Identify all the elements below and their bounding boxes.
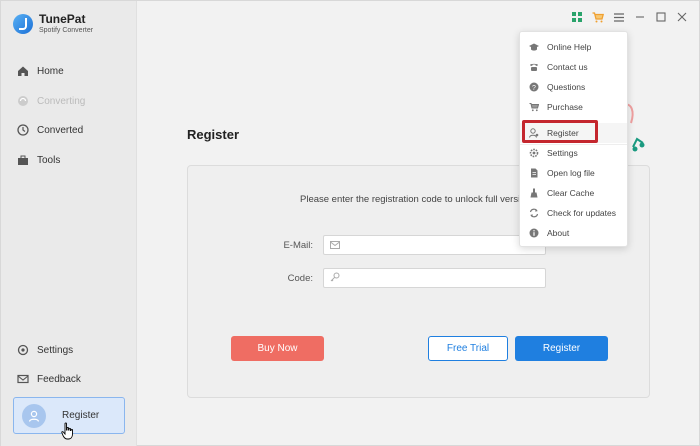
sidebar-item-tools[interactable]: Tools [17,151,60,169]
menu-item-label: Check for updates [547,208,616,218]
mail-icon [17,373,29,385]
sidebar-item-label: Converting [37,95,86,107]
menu-item-settings[interactable]: Settings [520,143,627,163]
phone-icon [529,62,539,72]
email-field[interactable] [323,235,546,255]
sidebar-item-label: Home [37,65,64,77]
sidebar-register-label: Register [62,410,100,421]
app-subtitle: Spotify Converter [39,27,94,34]
menu-item-label: Purchase [547,102,583,112]
broom-icon [529,188,539,198]
file-icon [529,168,539,178]
svg-text:?: ? [532,85,536,92]
menu-item-clear-cache[interactable]: Clear Cache [520,183,627,203]
sidebar-item-converting[interactable]: Converting [17,92,85,110]
key-icon [330,269,340,287]
code-label: Code: [287,273,313,284]
menu-item-check-for-updates[interactable]: Check for updates [520,203,627,223]
menu-item-label: Settings [547,148,578,158]
buy-now-button[interactable]: Buy Now [231,336,324,361]
user-icon [28,410,40,422]
menu-item-questions[interactable]: ? Questions [520,77,627,97]
question-icon: ? [529,82,539,92]
sidebar-item-label: Feedback [37,373,81,385]
sidebar-item-home[interactable]: Home [17,62,64,80]
clock-icon [17,124,29,136]
close-icon[interactable] [673,9,691,25]
menu-item-label: Contact us [547,62,588,72]
window-toolbar [565,9,691,25]
cart-icon[interactable] [589,9,607,25]
menu-item-label: Online Help [547,42,592,52]
sidebar-item-converted[interactable]: Converted [17,121,83,139]
minimize-icon[interactable] [631,9,649,25]
avatar [22,403,46,428]
hand-cursor-icon [61,422,75,445]
sidebar-item-label: Settings [37,344,74,356]
register-button[interactable]: Register [515,336,608,361]
gear-icon [529,148,539,158]
sidebar-item-label: Converted [37,124,84,136]
app-logo-icon [13,13,33,34]
email-input[interactable] [344,240,534,250]
sync-icon [17,95,29,107]
maximize-icon[interactable] [652,9,670,25]
sidebar-item-settings[interactable]: Settings [17,341,73,359]
code-field[interactable] [323,268,546,288]
sidebar: TunePat Spotify Converter Home Convertin… [1,1,137,446]
menu-item-open-log-file[interactable]: Open log file [520,163,627,183]
brand: TunePat Spotify Converter [13,13,93,34]
menu-item-label: Clear Cache [547,188,595,198]
app-name: TunePat [39,12,86,26]
menu-item-label: Open log file [547,168,595,178]
menu-icon[interactable] [610,9,628,25]
highlight-annotation-box [522,120,598,143]
toolbox-icon [17,154,29,166]
menu-item-purchase[interactable]: Purchase [520,97,627,117]
menu-item-label: Questions [547,82,586,92]
apps-grid-icon[interactable] [568,9,586,25]
refresh-icon [529,208,539,218]
sidebar-item-feedback[interactable]: Feedback [17,370,81,388]
info-icon [529,228,539,238]
home-icon [17,65,29,77]
menu-item-online-help[interactable]: Online Help [520,37,627,57]
register-message: Please enter the registration code to un… [300,194,520,205]
sidebar-item-label: Tools [37,154,61,166]
free-trial-button[interactable]: Free Trial [428,336,508,361]
menu-item-about[interactable]: About [520,223,627,243]
graduation-cap-icon [529,42,539,52]
mail-icon [330,236,340,254]
gear-icon [17,344,29,356]
menu-item-contact-us[interactable]: Contact us [520,57,627,77]
menu-item-label: About [547,228,570,238]
cart-icon [529,102,539,112]
page-title: Register [187,127,240,142]
code-input[interactable] [344,273,534,283]
app-window: TunePat Spotify Converter Home Convertin… [0,0,700,446]
email-label: E-Mail: [283,240,313,251]
